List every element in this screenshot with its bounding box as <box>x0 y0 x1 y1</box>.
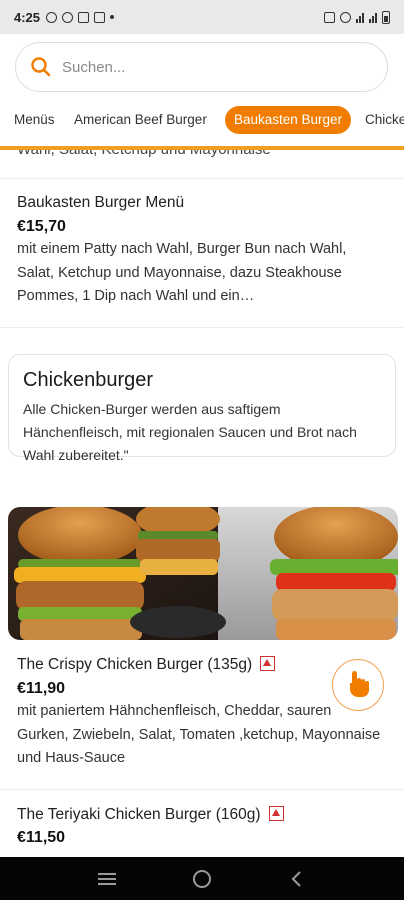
more-dot-icon <box>110 15 115 19</box>
home-button[interactable] <box>182 864 222 894</box>
recent-apps-button[interactable] <box>87 864 127 894</box>
signal-icon <box>356 12 364 23</box>
allergen-warning-icon[interactable] <box>268 806 284 821</box>
product-description: mit einem Patty nach Wahl, Burger Bun na… <box>17 241 347 304</box>
search-icon <box>30 56 52 78</box>
app-icon <box>62 11 74 23</box>
product-price: €11,50 <box>17 829 66 846</box>
home-circle-icon <box>192 869 211 888</box>
notification-icons <box>46 11 115 23</box>
battery-icon <box>382 10 390 24</box>
category-description: Alle Chicken-Burger werden aus saftigem … <box>23 401 357 463</box>
tab-menus[interactable]: Menüs <box>14 106 55 134</box>
search-input[interactable] <box>62 58 362 76</box>
divider <box>0 178 404 179</box>
product-title: Baukasten Burger Menü <box>17 194 185 211</box>
call-forward-icon <box>94 11 106 23</box>
status-bar: 4:25 <box>0 0 404 34</box>
back-chevron-icon <box>291 870 301 887</box>
product-price: €11,90 <box>17 680 66 697</box>
alarm-icon <box>324 11 335 23</box>
back-button[interactable] <box>277 864 317 894</box>
clipped-previous-description: Wahl, Salat, Ketchup und Mayonnaise <box>17 150 397 159</box>
tab-baukasten-burger[interactable]: Baukasten Burger <box>225 106 352 134</box>
search-bar[interactable] <box>15 42 388 92</box>
category-tabs: Menüs American Beef Burger Baukasten Bur… <box>0 104 404 138</box>
divider <box>0 327 404 328</box>
wifi-icon <box>340 11 351 23</box>
system-navigation-bar <box>0 857 404 900</box>
product-title: The Crispy Chicken Burger (135g) <box>17 656 276 674</box>
gallery-icon <box>78 11 90 23</box>
status-time: 4:25 <box>14 9 41 25</box>
category-title: Chickenburger <box>23 369 154 391</box>
tab-chicken[interactable]: Chicke <box>365 106 404 134</box>
category-header-card: Chickenburger Alle Chicken-Burger werden… <box>8 354 396 463</box>
product-description: mit paniertem Hähnchenfleisch, Cheddar, … <box>17 703 381 766</box>
signal-2-icon <box>369 12 377 23</box>
menu-lines-icon <box>98 872 117 885</box>
allergen-warning-icon[interactable] <box>260 656 276 671</box>
chicken-burger-image <box>8 507 398 640</box>
tab-american-beef-burger[interactable]: American Beef Burger <box>74 106 207 134</box>
product-price: €15,70 <box>17 218 66 235</box>
system-icons <box>324 10 390 24</box>
hand-pointer-icon <box>345 669 371 702</box>
hand-pointer-button[interactable] <box>332 659 384 711</box>
divider <box>0 789 404 790</box>
whatsapp-icon <box>46 11 58 23</box>
product-title: The Teriyaki Chicken Burger (160g) <box>17 806 284 824</box>
